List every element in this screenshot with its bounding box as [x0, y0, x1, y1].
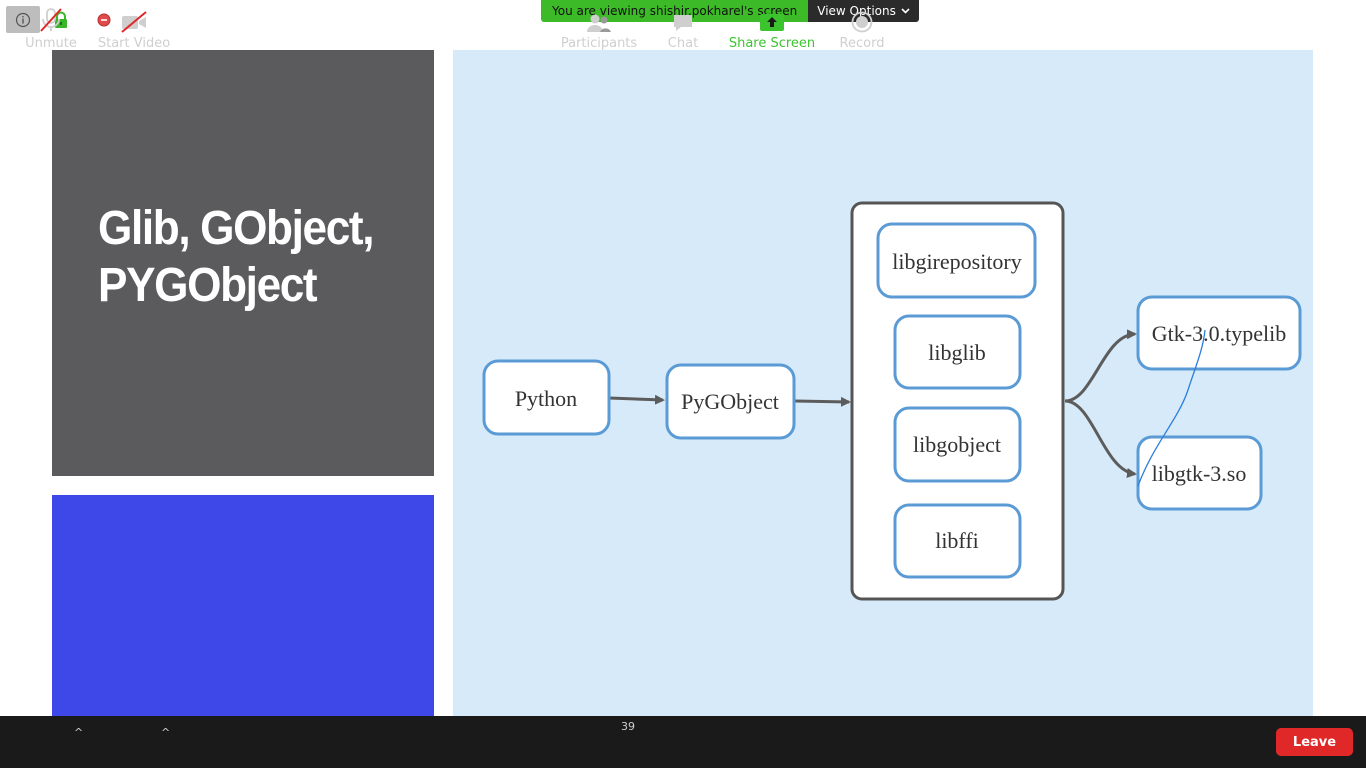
participants-count: 39 [621, 720, 635, 733]
leave-meeting-button[interactable]: Leave [1276, 728, 1353, 756]
participants-label: Participants [560, 36, 638, 51]
node-libgirepository-label: libgirepository [892, 249, 1022, 274]
node-pygobject: PyGObject [665, 363, 796, 440]
unmute-button[interactable]: Unmute [22, 0, 80, 52]
arrow-libs-libgtk [1064, 399, 1137, 478]
node-python-label: Python [515, 386, 577, 411]
share-screen-button[interactable]: Share Screen [729, 0, 815, 52]
node-libgobject: libgobject [893, 406, 1022, 483]
participants-button[interactable]: Participants [561, 0, 637, 52]
node-libffi-label: libffi [935, 528, 979, 553]
slide-title-line1: Glib, GObject, [98, 202, 375, 255]
record-icon [851, 11, 873, 33]
node-gtk-typelib-label: Gtk-3.0.typelib [1152, 321, 1286, 346]
node-libgtk-label: libgtk-3.so [1152, 461, 1247, 486]
arrow-pygobject-libs [794, 396, 851, 407]
arrow-libs-typelib [1064, 329, 1137, 403]
participants-icon [587, 14, 611, 32]
audio-options-caret-icon[interactable]: ^ [74, 726, 83, 739]
chat-button[interactable]: Chat [664, 0, 702, 52]
share-screen-icon [760, 14, 784, 31]
architecture-diagram: Python PyGObject libgirepository libglib… [453, 50, 1313, 716]
start-video-label: Start Video [97, 36, 171, 51]
chevron-down-icon [901, 8, 910, 14]
meeting-toolbar [0, 716, 1366, 768]
chat-label: Chat [667, 36, 699, 51]
node-libffi: libffi [893, 503, 1022, 579]
slide-title: Glib, GObject, PYGObject [98, 200, 392, 314]
unmute-label: Unmute [25, 36, 77, 51]
node-libglib: libglib [893, 314, 1022, 390]
node-python: Python [482, 359, 611, 436]
start-video-button[interactable]: Start Video [98, 0, 170, 52]
share-screen-label: Share Screen [728, 36, 816, 51]
leave-label: Leave [1292, 734, 1337, 750]
node-libgirepository: libgirepository [876, 222, 1037, 299]
node-libgobject-label: libgobject [913, 432, 1001, 457]
muted-microphone-icon [40, 8, 62, 32]
slide-title-panel: Glib, GObject, PYGObject [52, 50, 434, 476]
chat-bubble-icon [674, 15, 692, 31]
video-off-icon [121, 11, 147, 33]
record-label: Record [839, 36, 885, 51]
record-button[interactable]: Record [838, 0, 886, 52]
arrow-python-pygobject [608, 394, 665, 405]
slide-blue-panel [52, 495, 434, 716]
video-options-caret-icon[interactable]: ^ [161, 726, 170, 739]
node-gtk-typelib: Gtk-3.0.typelib [1136, 295, 1302, 371]
diagram-svg: Python PyGObject libgirepository libglib… [482, 201, 1302, 601]
node-libglib-label: libglib [928, 340, 985, 365]
node-pygobject-label: PyGObject [681, 389, 779, 414]
slide-title-line2: PYGObject [98, 259, 318, 312]
